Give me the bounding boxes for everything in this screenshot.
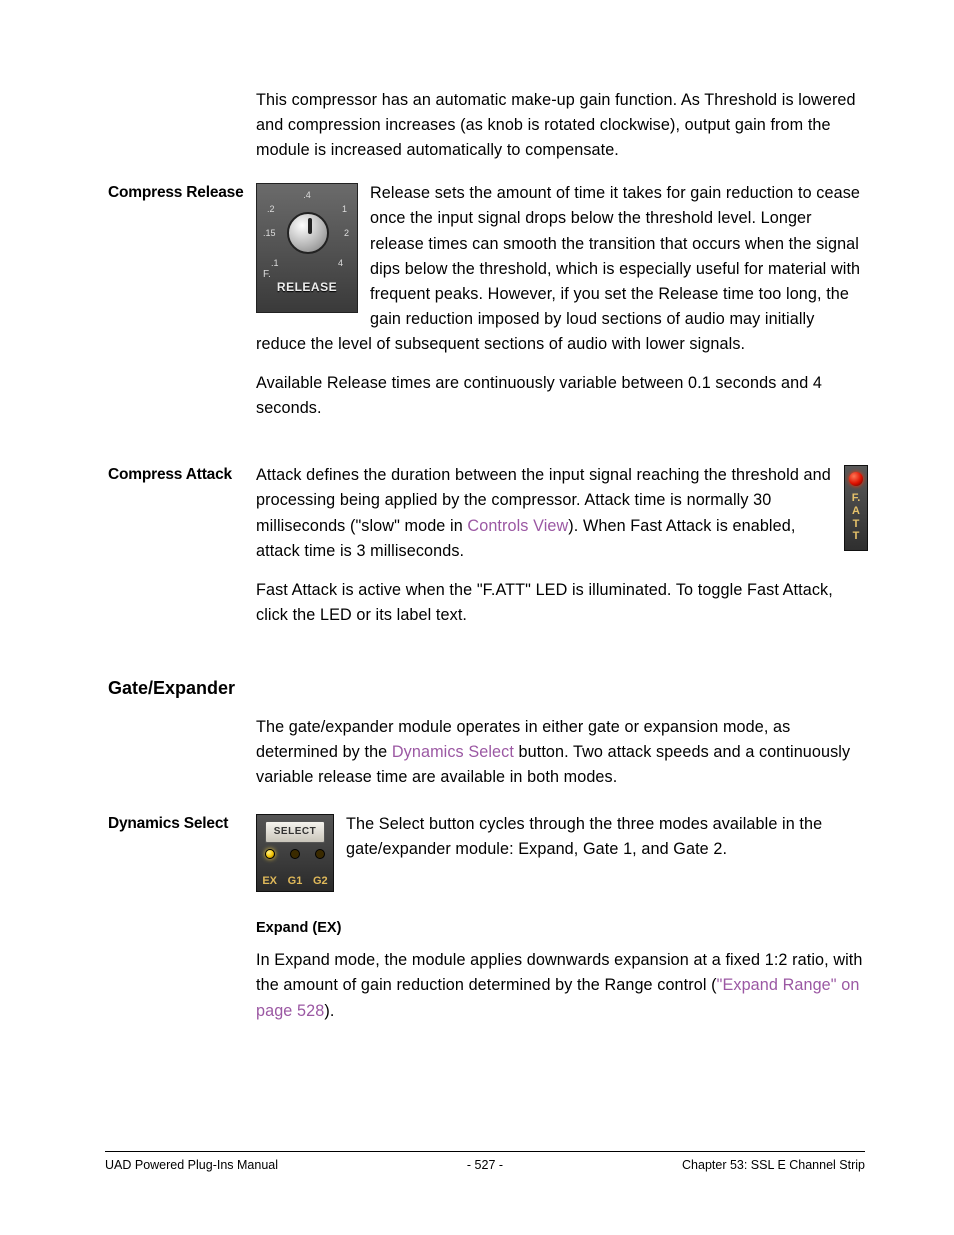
knob-tick-r2: 2 — [344, 228, 349, 238]
knob-tick-top: .4 — [257, 190, 357, 200]
compress-release-content: .4 .2 1 .15 2 .1 4 F. RELEASE Release se… — [256, 181, 868, 435]
page-footer: UAD Powered Plug-Ins Manual - 527 - Chap… — [105, 1151, 865, 1172]
dynamics-select-content: SELECT EX G1 G2 The Select button cycles… — [256, 812, 868, 896]
select-leds — [257, 849, 333, 859]
gate-expander-heading: Gate/Expander — [108, 678, 868, 699]
release-knob-graphic: .4 .2 1 .15 2 .1 4 F. RELEASE — [256, 183, 358, 313]
knob-main-label: RELEASE — [257, 280, 357, 294]
compress-attack-p2: Fast Attack is active when the "F.ATT" L… — [256, 578, 868, 628]
led-label-ex: EX — [262, 875, 277, 887]
knob-tick-l3: .1 — [271, 258, 279, 268]
knob-dial — [287, 212, 329, 254]
led-g1 — [290, 849, 300, 859]
dynamics-select-label: Dynamics Select — [108, 812, 256, 833]
knob-tick-r3: 4 — [338, 258, 343, 268]
compress-attack-label: Compress Attack — [108, 463, 256, 484]
compress-attack-row: Compress Attack F. A T T Attack defines … — [108, 463, 868, 642]
controls-view-link[interactable]: Controls View — [467, 517, 568, 535]
expand-ex-heading: Expand (EX) — [256, 920, 868, 936]
knob-f-label: F. — [263, 269, 271, 280]
fatt-led-icon — [849, 472, 863, 486]
compress-attack-content: F. A T T Attack defines the duration bet… — [256, 463, 868, 642]
compress-release-row: Compress Release .4 .2 1 .15 2 .1 4 F. R… — [108, 181, 868, 435]
led-label-g2: G2 — [313, 875, 328, 887]
compress-attack-p1: Attack defines the duration between the … — [256, 463, 868, 563]
knob-tick-r1: 1 — [342, 204, 347, 214]
compress-release-label: Compress Release — [108, 181, 256, 202]
fatt-label: F. A T T — [845, 492, 867, 543]
dynamics-select-p1: The Select button cycles through the thr… — [256, 812, 868, 862]
footer-center: - 527 - — [105, 1158, 865, 1172]
led-g2 — [315, 849, 325, 859]
knob-tick-l2: .15 — [263, 228, 276, 238]
dynamics-select-link[interactable]: Dynamics Select — [392, 743, 514, 761]
dynamics-select-row: Dynamics Select SELECT EX G1 G2 The Sele… — [108, 812, 868, 896]
intro-paragraph: This compressor has an automatic make-up… — [256, 88, 868, 163]
led-label-g1: G1 — [288, 875, 303, 887]
select-led-labels: EX G1 G2 — [257, 875, 333, 887]
select-button-graphic: SELECT EX G1 G2 — [256, 814, 334, 892]
knob-tick-l1: .2 — [267, 204, 275, 214]
page-content: This compressor has an automatic make-up… — [108, 88, 868, 1038]
compress-release-p2: Available Release times are continuously… — [256, 371, 868, 421]
led-ex — [265, 849, 275, 859]
expand-ex-p1: In Expand mode, the module applies downw… — [256, 948, 868, 1023]
expand-ex-p1-post: ). — [324, 1002, 334, 1020]
fatt-led-graphic: F. A T T — [844, 465, 868, 551]
select-button-face: SELECT — [265, 821, 325, 843]
gate-expander-p1: The gate/expander module operates in eit… — [256, 715, 868, 790]
